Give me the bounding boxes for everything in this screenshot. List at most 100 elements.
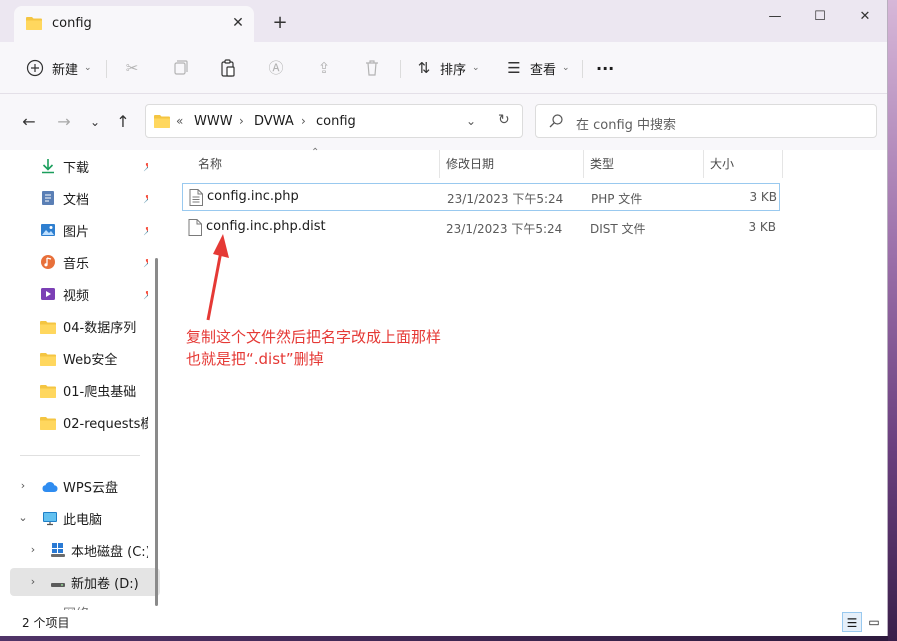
breadcrumb-config[interactable]: config [316,114,356,129]
sidebar-item-web-security[interactable]: Web安全 [10,344,148,372]
sidebar-item-downloads[interactable]: 下载 📌 [10,152,148,180]
view-button[interactable]: ☰ 查看 ⌄ [504,55,569,81]
plus-circle-icon [26,59,44,77]
up-arrow-icon[interactable]: ↑ [112,111,134,133]
paste-button[interactable] [218,55,238,81]
search-icon [549,114,563,128]
breadcrumb-overflow[interactable]: « [176,114,183,128]
chevron-right-icon[interactable]: › [301,114,306,128]
file-type: DIST 文件 [590,222,646,236]
clipboard-icon [221,59,235,77]
sidebar-item-drive-d[interactable]: › 新加卷 (D:) [10,568,160,596]
sidebar-item-label: 04-数据序列 [63,321,137,336]
details-view-icon[interactable]: ☰ [842,612,862,632]
search-input[interactable]: 在 config 中搜索 [576,114,676,133]
close-tab-icon[interactable]: ✕ [228,13,248,33]
annotation-line-1: 复制这个文件然后把名字改成上面那样 [186,328,442,346]
document-icon [42,191,54,205]
new-button[interactable]: 新建 ⌄ [26,55,92,81]
chevron-right-icon[interactable]: › [239,114,244,128]
copy-icon [174,60,188,75]
address-bar[interactable]: « WWW › DVWA › config ⌄ ↻ [145,104,523,138]
column-divider[interactable] [439,150,440,178]
share-icon: ⇪ [317,59,331,77]
pin-icon[interactable]: 📌 [143,255,148,268]
sidebar-item-label: 网络 [63,603,89,610]
file-size: 3 KB [748,220,776,234]
sidebar-item-label: 此电脑 [63,513,103,528]
sidebar-item-02-requests[interactable]: 02-requests模块 [10,408,148,436]
pin-icon[interactable]: 📌 [143,191,148,204]
sidebar-item-wps-cloud[interactable]: › WPS云盘 [10,472,148,500]
delete-button[interactable] [362,55,382,81]
desktop-wallpaper [888,0,897,641]
rename-button[interactable]: Ⓐ [266,55,286,81]
chevron-right-icon[interactable]: › [26,575,40,588]
chevron-right-icon[interactable]: › [16,479,30,492]
column-header-date[interactable]: 修改日期 [446,150,494,178]
sidebar-item-label: 文档 [63,193,90,208]
pin-icon[interactable]: 📌 [143,223,148,236]
cloud-icon [42,482,58,492]
sidebar-item-label: WPS云盘 [63,481,118,496]
sidebar-item-music[interactable]: 音乐 📌 [10,248,148,276]
copy-button[interactable] [170,55,190,81]
column-divider[interactable] [782,150,783,178]
divider [582,60,583,78]
more-options-button[interactable]: ··· [596,55,614,81]
tab-config[interactable]: config ✕ [14,6,254,42]
minimize-button[interactable]: — [752,4,798,30]
table-row[interactable]: config.inc.php 23/1/2023 下午5:24 PHP 文件 3… [182,183,780,211]
trash-icon [366,60,378,76]
chevron-down-icon: ⌄ [84,63,92,73]
sidebar-item-label: Web安全 [63,353,118,368]
chevron-down-icon[interactable]: ⌄ [16,511,30,524]
column-divider[interactable] [703,150,704,178]
sidebar-scrollbar[interactable] [155,258,158,606]
sidebar-item-drive-c[interactable]: › 本地磁盘 (C:) [10,536,148,564]
column-header-type[interactable]: 类型 [590,150,614,178]
view-lines-icon: ☰ [507,59,521,77]
sidebar-item-videos[interactable]: 视频 📌 [10,280,148,308]
drive-icon [51,583,65,587]
file-size: 3 KB [749,190,777,204]
sidebar-item-network[interactable]: 网络 [10,600,148,610]
chevron-right-icon[interactable]: › [26,543,40,556]
sidebar-item-01-crawler-basics[interactable]: 01-爬虫基础 [10,376,148,404]
search-box[interactable]: 在 config 中搜索 [535,104,877,138]
forward-arrow-icon[interactable]: → [53,111,75,133]
folder-icon [154,115,170,128]
sort-button[interactable]: ⇅ 排序 ⌄ [414,55,480,81]
breadcrumb-dvwa[interactable]: DVWA [254,114,294,129]
close-window-button[interactable]: ✕ [842,4,887,30]
status-bar: 2 个项目 ☰ ▭ [0,610,887,636]
recent-locations-chevron-icon[interactable]: ⌄ [84,111,106,133]
refresh-icon[interactable]: ↻ [498,112,510,128]
cut-button[interactable]: ✂ [122,55,142,81]
sidebar-item-this-pc[interactable]: ⌄ 此电脑 [10,504,148,532]
breadcrumb-www[interactable]: WWW [194,114,233,129]
new-tab-button[interactable]: + [270,13,290,33]
column-header-name[interactable]: 名称 [198,150,222,178]
file-name[interactable]: config.inc.php [207,189,299,204]
divider [400,60,401,78]
address-dropdown-icon[interactable]: ⌄ [466,114,476,128]
table-row[interactable]: config.inc.php.dist 23/1/2023 下午5:24 DIS… [182,214,780,242]
sidebar-item-04-data-series[interactable]: 04-数据序列 [10,312,148,340]
back-arrow-icon[interactable]: ← [18,111,40,133]
navigation-pane: 下载 📌 文档 📌 图片 📌 音乐 📌 视频 📌 04-数据序列 [0,150,160,610]
maximize-button[interactable]: ☐ [797,4,843,30]
column-header-size[interactable]: 大小 [710,150,734,178]
title-bar: config ✕ + — ☐ ✕ [0,0,887,42]
monitor-icon [43,512,57,526]
picture-icon [41,224,55,236]
column-divider[interactable] [583,150,584,178]
chevron-down-icon: ⌄ [472,63,480,73]
pin-icon[interactable]: 📌 [143,159,148,172]
share-button[interactable]: ⇪ [314,55,334,81]
pin-icon[interactable]: 📌 [143,287,148,300]
sidebar-item-pictures[interactable]: 图片 📌 [10,216,148,244]
sidebar-item-documents[interactable]: 文档 📌 [10,184,148,212]
sort-label: 排序 [440,62,467,78]
large-icons-view-icon[interactable]: ▭ [864,612,884,632]
